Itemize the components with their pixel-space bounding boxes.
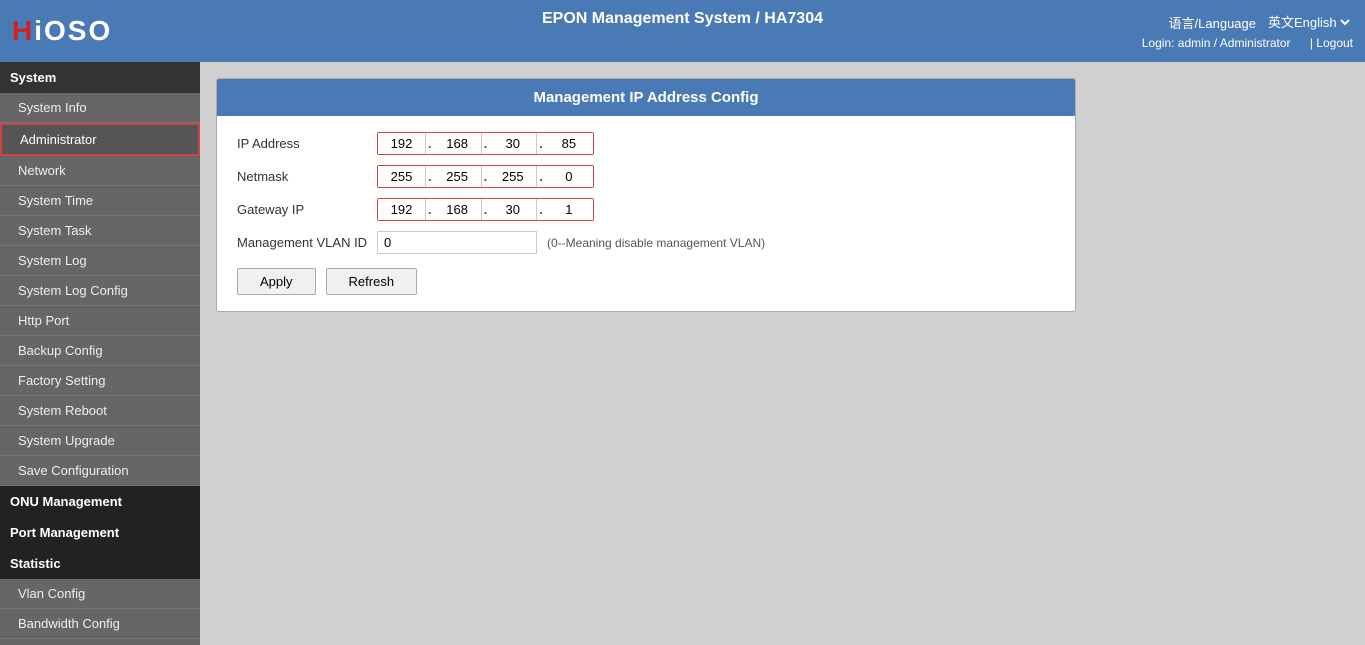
netmask-row: Netmask . . . [237, 165, 1055, 188]
logo: HiOSO [12, 15, 112, 47]
sidebar-item-administrator[interactable]: Administrator [0, 123, 200, 156]
button-row: Apply Refresh [237, 268, 1055, 295]
gateway-octet-4[interactable] [545, 199, 593, 220]
netmask-octet-3[interactable] [489, 166, 537, 187]
gateway-dot-1: . [426, 202, 434, 217]
sidebar: System System Info Administrator Network… [0, 62, 200, 645]
netmask-octet-4[interactable] [545, 166, 593, 187]
sidebar-item-save-configuration[interactable]: Save Configuration [0, 456, 200, 486]
sidebar-item-system-reboot[interactable]: System Reboot [0, 396, 200, 426]
ip-dot-3: . [537, 136, 545, 151]
sidebar-item-backup-config[interactable]: Backup Config [0, 336, 200, 366]
logo-text: HiOSO [12, 15, 112, 47]
sidebar-item-vlan-config[interactable]: Vlan Config [0, 579, 200, 609]
gateway-octet-2[interactable] [434, 199, 482, 220]
ip-dot-2: . [482, 136, 490, 151]
config-panel: Management IP Address Config IP Address … [216, 78, 1076, 312]
ip-address-octet-2[interactable] [434, 133, 482, 154]
sidebar-item-bandwidth-config[interactable]: Bandwidth Config [0, 609, 200, 639]
netmask-octet-1[interactable] [378, 166, 426, 187]
layout: System System Info Administrator Network… [0, 62, 1365, 645]
logout-link[interactable]: | Logout [1310, 36, 1353, 50]
netmask-dot-1: . [426, 169, 434, 184]
ip-address-row: IP Address . . . [237, 132, 1055, 155]
header-title: EPON Management System / HA7304 [542, 10, 823, 28]
vlan-id-label: Management VLAN ID [237, 235, 377, 250]
netmask-dot-3: . [537, 169, 545, 184]
netmask-group: . . . [377, 165, 594, 188]
language-label: 语言/Language [1169, 13, 1256, 32]
vlan-id-note: (0--Meaning disable management VLAN) [547, 236, 765, 250]
config-panel-body: IP Address . . . Netmask [217, 116, 1075, 311]
ip-address-group: . . . [377, 132, 594, 155]
vlan-id-input[interactable] [377, 231, 537, 254]
sidebar-item-system-info[interactable]: System Info [0, 93, 200, 123]
main-content: Management IP Address Config IP Address … [200, 62, 1365, 645]
sidebar-item-system-task[interactable]: System Task [0, 216, 200, 246]
ip-address-label: IP Address [237, 136, 377, 151]
gateway-label: Gateway IP [237, 202, 377, 217]
sidebar-section-system[interactable]: System [0, 62, 200, 93]
sidebar-item-system-log[interactable]: System Log [0, 246, 200, 276]
netmask-label: Netmask [237, 169, 377, 184]
sidebar-item-http-port[interactable]: Http Port [0, 306, 200, 336]
sidebar-section-statistic[interactable]: Statistic [0, 548, 200, 579]
vlan-id-row: Management VLAN ID (0--Meaning disable m… [237, 231, 1055, 254]
gateway-octet-3[interactable] [489, 199, 537, 220]
ip-address-octet-3[interactable] [489, 133, 537, 154]
sidebar-section-onu-management[interactable]: ONU Management [0, 486, 200, 517]
gateway-dot-3: . [537, 202, 545, 217]
ip-dot-1: . [426, 136, 434, 151]
gateway-dot-2: . [482, 202, 490, 217]
refresh-button[interactable]: Refresh [326, 268, 418, 295]
gateway-octet-1[interactable] [378, 199, 426, 220]
sidebar-section-port-management[interactable]: Port Management [0, 517, 200, 548]
config-panel-title: Management IP Address Config [217, 79, 1075, 116]
sidebar-item-system-log-config[interactable]: System Log Config [0, 276, 200, 306]
language-section: 语言/Language 英文English [1169, 13, 1353, 32]
sidebar-item-olt-mac-config[interactable]: OLT Mac Config [0, 639, 200, 645]
gateway-row: Gateway IP . . . [237, 198, 1055, 221]
login-info-row: Login: admin / Administrator | Logout [1142, 36, 1353, 50]
login-info: Login: admin / Administrator [1142, 36, 1291, 50]
sidebar-item-network[interactable]: Network [0, 156, 200, 186]
apply-button[interactable]: Apply [237, 268, 316, 295]
header: HiOSO EPON Management System / HA7304 语言… [0, 0, 1365, 62]
sidebar-item-factory-setting[interactable]: Factory Setting [0, 366, 200, 396]
header-right: 语言/Language 英文English Login: admin / Adm… [1142, 13, 1353, 50]
netmask-octet-2[interactable] [434, 166, 482, 187]
sidebar-item-system-time[interactable]: System Time [0, 186, 200, 216]
language-select[interactable]: 英文English [1264, 14, 1353, 31]
netmask-dot-2: . [482, 169, 490, 184]
gateway-group: . . . [377, 198, 594, 221]
ip-address-octet-1[interactable] [378, 133, 426, 154]
ip-address-octet-4[interactable] [545, 133, 593, 154]
sidebar-item-system-upgrade[interactable]: System Upgrade [0, 426, 200, 456]
